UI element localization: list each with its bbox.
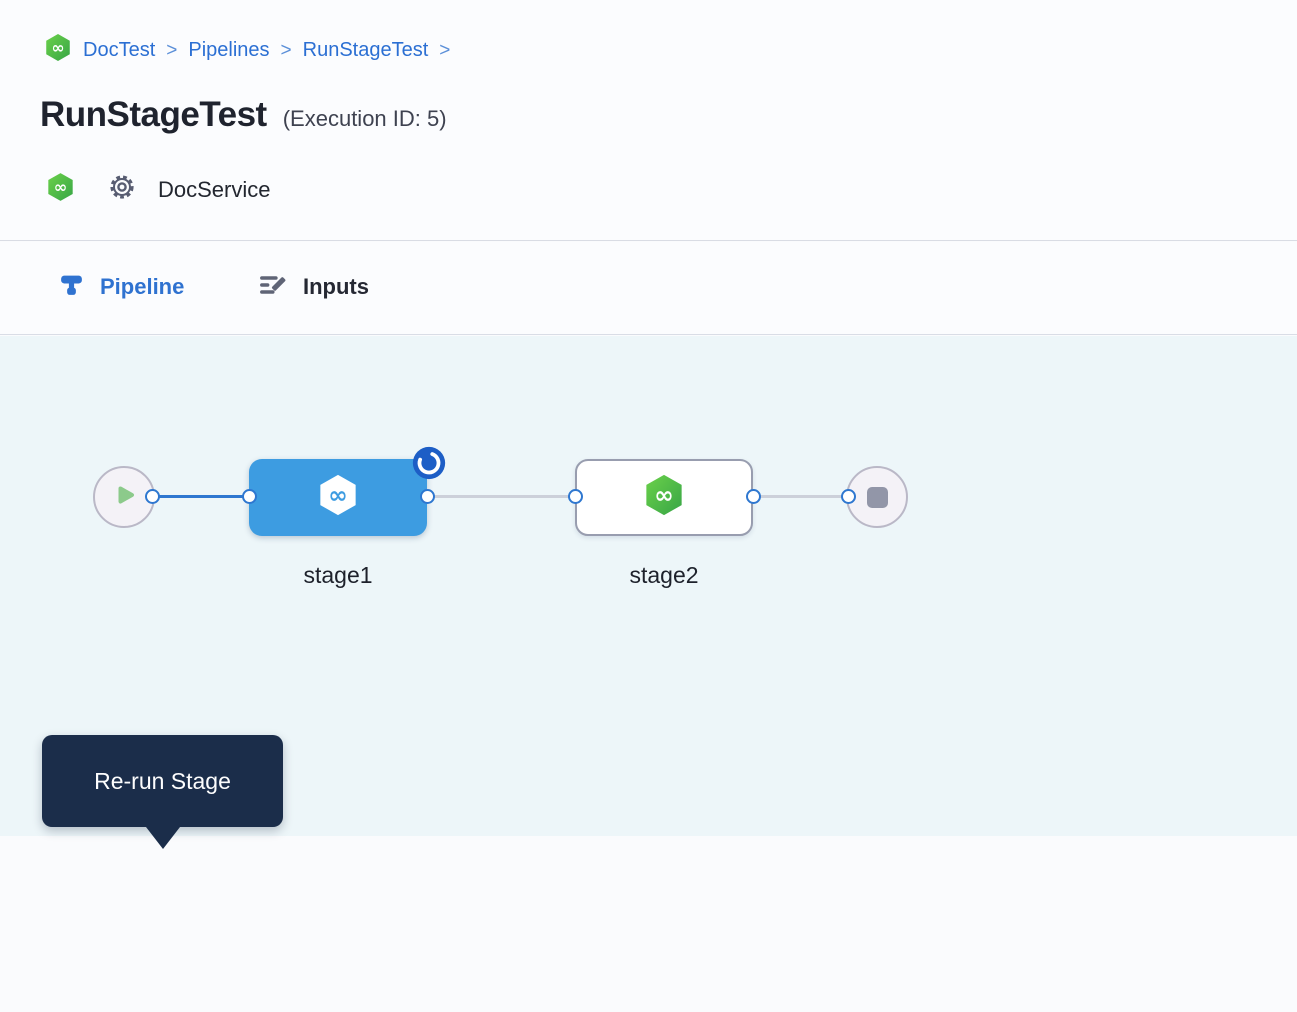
breadcrumb-link-project[interactable]: DocTest xyxy=(83,39,155,62)
stage-node-stage2[interactable]: ∞ xyxy=(575,459,753,536)
harness-brand-icon: ∞ xyxy=(44,33,72,68)
connector-dot xyxy=(568,489,583,504)
tab-bar: Pipeline Inputs xyxy=(0,242,1297,335)
breadcrumb-separator: > xyxy=(166,40,177,62)
breadcrumb-separator: > xyxy=(281,40,292,62)
breadcrumb-link-pipeline-name[interactable]: RunStageTest xyxy=(303,39,429,62)
stop-icon xyxy=(867,487,888,508)
stage2-hexagon-icon: ∞ xyxy=(643,472,685,523)
service-name-label: DocService xyxy=(158,177,270,203)
stage-details-footer: stage1 Started at: 15/11/2021, 11:34:54 … xyxy=(0,837,1297,1012)
inputs-icon xyxy=(258,271,288,304)
breadcrumb: ∞ DocTest > Pipelines > RunStageTest > xyxy=(44,33,450,68)
tooltip-arrow xyxy=(146,827,180,849)
stage-node-stage1[interactable]: ∞ xyxy=(249,459,427,536)
svg-text:∞: ∞ xyxy=(328,481,348,509)
tab-pipeline-label: Pipeline xyxy=(100,274,184,300)
connector-dot xyxy=(242,489,257,504)
tab-inputs[interactable]: Inputs xyxy=(258,265,369,309)
page-header: ∞ DocTest > Pipelines > RunStageTest > R… xyxy=(0,0,1297,241)
edge-stage2-to-end xyxy=(753,495,848,498)
tab-inputs-label: Inputs xyxy=(303,274,369,300)
service-row: ∞ DocService xyxy=(46,172,270,207)
execution-id: (Execution ID: 5) xyxy=(283,106,447,132)
page-title: RunStageTest xyxy=(40,95,267,135)
stage2-label: stage2 xyxy=(575,562,753,589)
connector-dot xyxy=(841,489,856,504)
title-row: RunStageTest (Execution ID: 5) xyxy=(40,95,447,135)
breadcrumb-link-pipelines[interactable]: Pipelines xyxy=(188,39,269,62)
svg-text:∞: ∞ xyxy=(54,178,68,197)
breadcrumb-separator: > xyxy=(439,40,450,62)
connector-dot xyxy=(145,489,160,504)
svg-text:∞: ∞ xyxy=(51,38,64,57)
rerun-stage-tooltip: Re-run Stage xyxy=(42,735,283,827)
gear-icon xyxy=(108,173,136,206)
harness-cd-icon: ∞ xyxy=(46,172,75,207)
tab-pipeline[interactable]: Pipeline xyxy=(58,265,184,309)
stage1-hexagon-icon: ∞ xyxy=(317,472,359,523)
edge-start-to-stage1 xyxy=(152,495,250,498)
play-icon xyxy=(109,480,139,515)
pipeline-icon xyxy=(58,271,85,303)
edge-stage1-to-stage2 xyxy=(427,495,575,498)
pipeline-execution-page: ∞ DocTest > Pipelines > RunStageTest > R… xyxy=(0,0,1297,1012)
connector-dot xyxy=(420,489,435,504)
rerun-stage-tooltip-label: Re-run Stage xyxy=(94,768,231,795)
running-spinner-icon xyxy=(410,444,448,487)
svg-text:∞: ∞ xyxy=(654,481,674,509)
connector-dot xyxy=(746,489,761,504)
stage1-label: stage1 xyxy=(249,562,427,589)
